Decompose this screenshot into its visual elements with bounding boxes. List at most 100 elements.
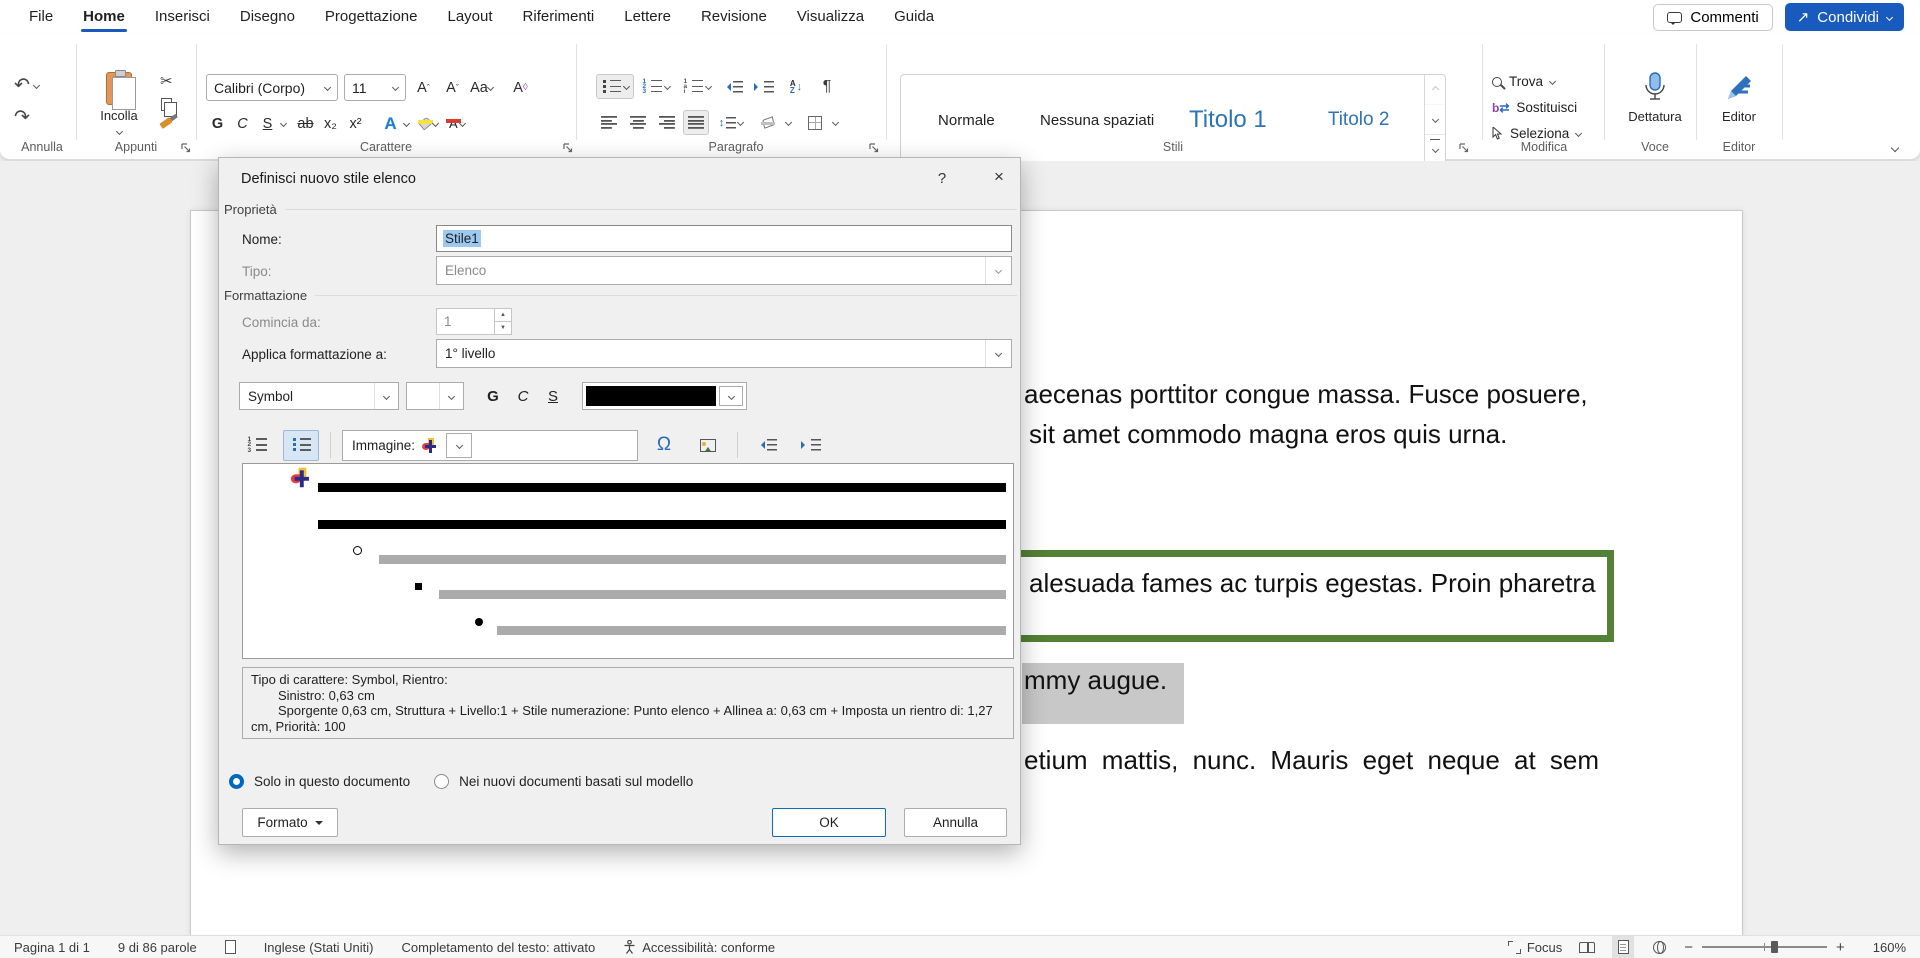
zoom-in-button[interactable]: + <box>1836 939 1845 956</box>
chevron-down-icon[interactable] <box>785 119 792 126</box>
tab-visualizza[interactable]: Visualizza <box>782 0 879 34</box>
increase-indent-button[interactable] <box>793 430 829 461</box>
tab-lettere[interactable]: Lettere <box>609 0 686 34</box>
borders-button[interactable] <box>800 110 830 135</box>
bullets-button[interactable] <box>596 74 634 99</box>
font-color-button[interactable]: A <box>449 118 458 129</box>
word-count[interactable]: 9 di 86 parole <box>104 936 211 958</box>
tab-layout[interactable]: Layout <box>433 0 508 34</box>
chevron-down-icon[interactable] <box>33 82 40 89</box>
font-name-select[interactable]: Calibri (Corpo) <box>206 74 338 101</box>
shading-button[interactable] <box>753 110 783 135</box>
tab-inserisci[interactable]: Inserisci <box>140 0 225 34</box>
doc-text-line[interactable]: aecenas porttitor congue massa. Fusce po… <box>1024 379 1588 410</box>
format-painter-button[interactable] <box>160 117 173 129</box>
dialog-help-button[interactable]: ? <box>928 167 956 191</box>
tab-riferimenti[interactable]: Riferimenti <box>508 0 610 34</box>
page-indicator[interactable]: Pagina 1 di 1 <box>0 936 104 958</box>
zoom-out-button[interactable]: − <box>1684 939 1693 956</box>
grow-font-button[interactable]: Aˆ <box>412 76 435 99</box>
justify-button[interactable] <box>683 110 709 135</box>
highlight-color-button[interactable] <box>420 119 431 128</box>
chevron-down-icon[interactable] <box>403 120 410 127</box>
sort-button[interactable]: AZ ↓ <box>781 74 811 99</box>
tab-file[interactable]: File <box>14 0 68 34</box>
share-button[interactable]: ↗ Condividi <box>1785 3 1904 31</box>
multilevel-list-button[interactable]: 1ai <box>678 74 716 99</box>
text-effects-button[interactable]: A <box>379 112 402 135</box>
clipboard-dialog-launcher[interactable] <box>180 142 192 154</box>
name-input[interactable]: Stile1 <box>436 225 1012 252</box>
underline-toggle[interactable]: S <box>543 388 563 405</box>
superscript-button[interactable]: x² <box>344 112 367 135</box>
cancel-button[interactable]: Annulla <box>904 808 1007 837</box>
decrease-indent-button[interactable] <box>719 74 747 99</box>
chevron-down-icon[interactable] <box>459 120 466 127</box>
chevron-down-icon[interactable] <box>115 128 122 135</box>
chevron-down-icon[interactable] <box>432 120 439 127</box>
zoom-slider-knob[interactable] <box>1771 941 1778 953</box>
text-prediction-indicator[interactable]: Completamento del testo: attivato <box>388 936 610 958</box>
copy-button[interactable] <box>161 98 172 111</box>
size-select[interactable] <box>406 382 464 410</box>
tab-disegno[interactable]: Disegno <box>225 0 310 34</box>
read-mode-button[interactable] <box>1576 936 1598 958</box>
editor-button[interactable]: Editor <box>1700 72 1778 124</box>
doc-text-line[interactable]: sit amet commodo magna eros quis urna. <box>1029 419 1507 450</box>
redo-button[interactable]: ↷ <box>14 106 39 129</box>
zoom-level[interactable]: 160% <box>1859 936 1920 958</box>
chevron-down-icon[interactable] <box>832 119 839 126</box>
undo-button[interactable]: ↶ <box>14 74 39 97</box>
symbol-font-select[interactable]: Symbol <box>239 382 399 410</box>
print-layout-button[interactable] <box>1612 936 1634 958</box>
doc-text-line[interactable]: etium mattis, nunc. Mauris eget neque at… <box>1024 745 1599 776</box>
clear-formatting-button[interactable]: A◊ <box>509 76 532 99</box>
zoom-slider[interactable] <box>1702 946 1827 948</box>
italic-toggle[interactable]: C <box>513 388 533 405</box>
spinner-down-button[interactable]: ▼ <box>495 322 511 334</box>
subscript-button[interactable]: x₂ <box>319 112 342 135</box>
font-color-select[interactable] <box>582 382 747 410</box>
radio-only-this-document[interactable] <box>229 774 244 789</box>
replace-button[interactable]: b⇄ Sostituisci <box>1492 100 1581 115</box>
bold-toggle[interactable]: G <box>483 388 503 405</box>
align-right-button[interactable] <box>654 110 680 135</box>
cut-button[interactable]: ✂ <box>160 74 173 89</box>
collapse-ribbon-button[interactable] <box>1891 144 1899 152</box>
font-size-select[interactable]: 11 <box>344 74 406 101</box>
bold-button[interactable]: G <box>206 112 229 135</box>
style-titolo-1[interactable]: Titolo 1 <box>1163 106 1294 134</box>
language-indicator[interactable]: Inglese (Stati Uniti) <box>250 936 388 958</box>
picture-insert-button[interactable] <box>690 430 726 461</box>
shrink-font-button[interactable]: Aˇ <box>441 76 464 99</box>
chevron-down-icon[interactable] <box>280 120 287 127</box>
decrease-indent-button[interactable] <box>749 430 785 461</box>
radio-new-documents[interactable] <box>434 774 449 789</box>
tab-home[interactable]: Home <box>68 0 140 34</box>
find-button[interactable]: Trova <box>1492 74 1581 89</box>
numbering-button[interactable]: 123 <box>637 74 675 99</box>
underline-button[interactable]: S <box>256 112 279 135</box>
increase-indent-button[interactable] <box>750 74 778 99</box>
web-layout-button[interactable] <box>1648 936 1670 958</box>
align-center-button[interactable] <box>625 110 651 135</box>
dialog-close-button[interactable]: × <box>981 162 1017 192</box>
font-dialog-launcher[interactable] <box>562 142 574 154</box>
paragraph-dialog-launcher[interactable] <box>868 142 880 154</box>
show-formatting-button[interactable]: ¶ <box>814 74 840 99</box>
highlighted-text[interactable]: mmy augue. <box>1022 663 1184 724</box>
line-spacing-button[interactable]: ↕ <box>712 110 750 135</box>
tab-guida[interactable]: Guida <box>879 0 949 34</box>
symbol-insert-button[interactable]: Ω <box>646 430 682 461</box>
styles-dialog-launcher[interactable] <box>1458 142 1470 154</box>
tab-revisione[interactable]: Revisione <box>686 0 782 34</box>
style-titolo-2[interactable]: Titolo 2 <box>1293 109 1424 131</box>
spinner-up-button[interactable]: ▲ <box>495 309 511 322</box>
style-normale[interactable]: Normale <box>901 112 1032 129</box>
strikethrough-button[interactable]: ab <box>294 112 317 135</box>
gallery-scroll-up[interactable] <box>1425 75 1445 105</box>
gallery-scroll-down[interactable] <box>1425 105 1445 135</box>
change-case-button[interactable]: Aa <box>470 76 493 99</box>
image-bullet-select[interactable]: Immagine: <box>342 430 638 461</box>
ok-button[interactable]: OK <box>772 808 886 837</box>
